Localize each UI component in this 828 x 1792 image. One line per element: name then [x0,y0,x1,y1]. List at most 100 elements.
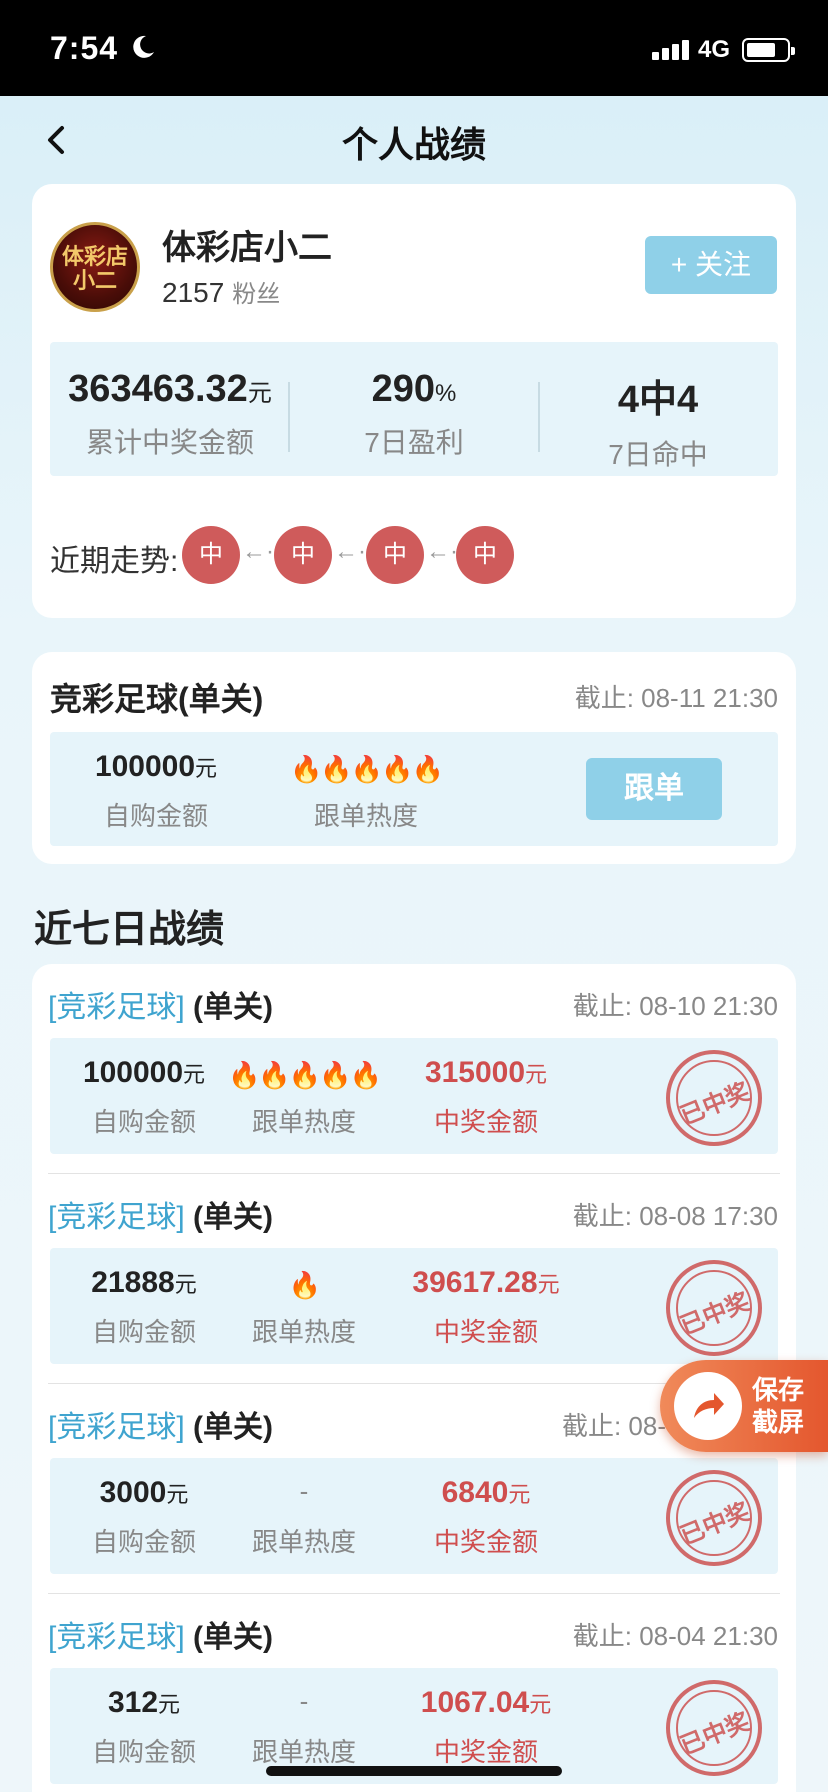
bet-amount: 100000元 自购金额 [56,750,256,833]
share-icon [674,1372,742,1440]
amount-unit: 元 [174,1272,197,1297]
stamp-text: 已中奖 [676,1288,754,1341]
win-unit: 元 [529,1692,552,1717]
win-value: 39617.28 [412,1266,538,1299]
won-stamp: 已中奖 [666,1260,762,1356]
follow-button[interactable]: + 关注 [645,236,777,294]
record-title: [竞彩足球] (单关) [48,1612,273,1656]
user-name: 体彩店小二 [162,229,332,267]
flame-icon: 🔥🔥🔥🔥🔥 [228,1060,382,1090]
record-category: [竞彩足球] [48,1621,185,1654]
bet-heat: 🔥🔥🔥🔥🔥 跟单热度 [266,750,466,833]
status-time: 7:54 [50,30,119,66]
record-mode: (单关) [193,991,273,1024]
record-category: [竞彩足球] [48,991,185,1024]
trend-badge: 中 [274,526,332,584]
record-panel: 3000元 自购金额 - 跟单热度 6840元 中奖金额 已中奖 [50,1458,778,1574]
stat-unit: % [435,380,457,407]
stat-value: 290 [371,368,436,410]
amount-unit: 元 [183,1062,206,1087]
stamp-text: 已中奖 [676,1708,754,1761]
flame-icon: 🔥🔥🔥🔥🔥 [290,754,444,784]
record-category: [竞彩足球] [48,1411,185,1444]
win-unit: 元 [508,1482,531,1507]
record-title: [竞彩足球] (单关) [48,1402,273,1446]
amount-value: 100000 [82,1056,184,1089]
stats-panel: 363463.32元 累计中奖金额 290% 7日盈利 4中4 7日命中 [50,342,778,476]
won-stamp: 已中奖 [666,1470,762,1566]
history-record[interactable]: [竞彩足球] (单关) 截止: 08-08 17:30 21888元 自购金额 … [32,1174,796,1384]
heat-empty: - [299,1476,309,1506]
stat-label: 累计中奖金额 [85,427,254,458]
record-heat: - 跟单热度 [204,1476,404,1559]
win-label: 中奖金额 [433,1527,538,1557]
heat-label: 跟单热度 [313,801,418,831]
record-category: [竞彩足球] [48,1201,185,1234]
win-value: 315000 [424,1056,526,1089]
network-type: 4G [698,36,731,63]
stat-value: 4中4 [617,379,699,421]
fans-count: 2157 [162,277,225,308]
record-win: 6840元 中奖金额 [386,1476,586,1559]
record-mode: (单关) [193,1621,273,1654]
save-screenshot-button[interactable]: 保存截屏 [660,1360,828,1452]
record-heat: - 跟单热度 [204,1686,404,1769]
record-mode: (单关) [193,1411,273,1444]
history-record[interactable]: [竞彩足球] (单关) 截止: 08-04 21:30 312元 自购金额 - … [32,1594,796,1792]
stat-7day-profit: 290% 7日盈利 [294,368,534,461]
battery-icon [742,38,795,62]
amount-value: 21888 [91,1266,175,1299]
won-stamp: 已中奖 [666,1050,762,1146]
record-title: [竞彩足球] (单关) [48,982,273,1026]
stat-unit: 元 [247,380,272,407]
avatar-logo-text: 体彩店 小二 [61,244,128,293]
win-unit: 元 [537,1272,560,1297]
home-indicator [266,1766,562,1776]
stamp-text: 已中奖 [676,1498,754,1551]
record-panel: 21888元 自购金额 🔥 跟单热度 39617.28元 中奖金额 已中奖 [50,1248,778,1364]
record-win: 1067.04元 中奖金额 [386,1686,586,1769]
heat-empty: - [299,1686,309,1716]
win-value: 6840 [441,1476,509,1509]
win-unit: 元 [525,1062,548,1087]
amount-unit: 元 [158,1692,181,1717]
stat-label: 7日命中 [608,439,708,470]
fans-label: 粉丝 [232,281,281,308]
fans-info: 2157 粉丝 [162,274,280,309]
profile-card: 体彩店 小二 体彩店小二 2157 粉丝 + 关注 363463.32元 累计中奖金… [32,184,796,618]
history-record[interactable]: [竞彩足球] (单关) 截止: 08-10 21:30 100000元 自购金额… [32,964,796,1174]
page-title: 个人战绩 [341,124,486,165]
won-stamp: 已中奖 [666,1680,762,1776]
bet-title: 竞彩足球(单关) [50,681,264,717]
amount-value: 312 [107,1686,159,1719]
win-label: 中奖金额 [433,1107,538,1137]
save-label: 保存截屏 [752,1375,805,1437]
flame-icon: 🔥 [288,1270,321,1300]
record-heat: 🔥🔥🔥🔥🔥 跟单热度 [204,1056,404,1139]
win-label: 中奖金额 [433,1317,538,1347]
stat-label: 7日盈利 [364,427,464,458]
heat-label: 跟单热度 [251,1527,356,1557]
stamp-text: 已中奖 [676,1078,754,1131]
trend-badge: 中 [456,526,514,584]
record-deadline: 截止: 08- [561,1411,666,1441]
bet-deadline: 截止: 08-11 21:30 [574,683,778,713]
follow-bet-button[interactable]: 跟单 [586,758,722,820]
record-deadline: 截止: 08-08 17:30 [572,1201,778,1231]
win-value: 1067.04 [420,1686,530,1719]
record-win: 39617.28元 中奖金额 [386,1266,586,1349]
stat-7day-hit: 4中4 7日命中 [538,368,778,473]
record-win: 315000元 中奖金额 [386,1056,586,1139]
amount-unit: 元 [195,756,218,781]
record-mode: (单关) [193,1201,273,1234]
win-label: 中奖金额 [433,1737,538,1767]
status-bar: 7:54 4G [0,0,828,96]
trend-badge: 中 [366,526,424,584]
avatar[interactable]: 体彩店 小二 [50,222,140,312]
stat-total-winnings: 363463.32元 累计中奖金额 [50,368,290,461]
nav-bar: 个人战绩 [0,96,828,186]
amount-value: 100000 [94,750,196,783]
record-heat: 🔥 跟单热度 [204,1266,404,1349]
section-title: 近七日战绩 [34,909,225,951]
record-deadline: 截止: 08-10 21:30 [572,991,778,1021]
